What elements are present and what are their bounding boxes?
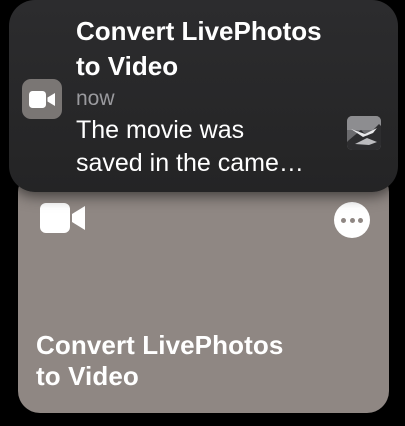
video-camera-icon <box>40 203 86 233</box>
shortcut-title-line2: to Video <box>36 361 139 391</box>
notification-body: The movie was saved in the came… <box>76 114 341 180</box>
notification-title-line2: to Video <box>76 51 179 81</box>
app-icon <box>22 79 62 119</box>
ellipsis-dot <box>349 217 355 223</box>
notification-time: now <box>76 87 115 110</box>
notification-title: Convert LivePhotos to Video <box>76 14 376 84</box>
notification-title-line1: Convert LivePhotos <box>76 16 322 46</box>
notification-body-line2: saved in the came… <box>76 149 304 177</box>
ellipsis-dot <box>357 217 363 223</box>
more-options-button[interactable] <box>334 202 370 238</box>
ellipsis-icon <box>341 217 347 223</box>
shortcut-title: Convert LivePhotos to Video <box>36 330 366 392</box>
shortcut-card[interactable]: Convert LivePhotos to Video <box>18 170 389 413</box>
photo-thumbnail-icon <box>347 116 381 150</box>
video-camera-icon <box>29 90 55 108</box>
shortcut-title-line1: Convert LivePhotos <box>36 330 284 360</box>
notification-banner[interactable]: Convert LivePhotos to Video now The movi… <box>9 0 398 192</box>
notification-body-line1: The movie was <box>76 116 245 144</box>
screen: Convert LivePhotos to Video Convert Live… <box>0 0 405 426</box>
